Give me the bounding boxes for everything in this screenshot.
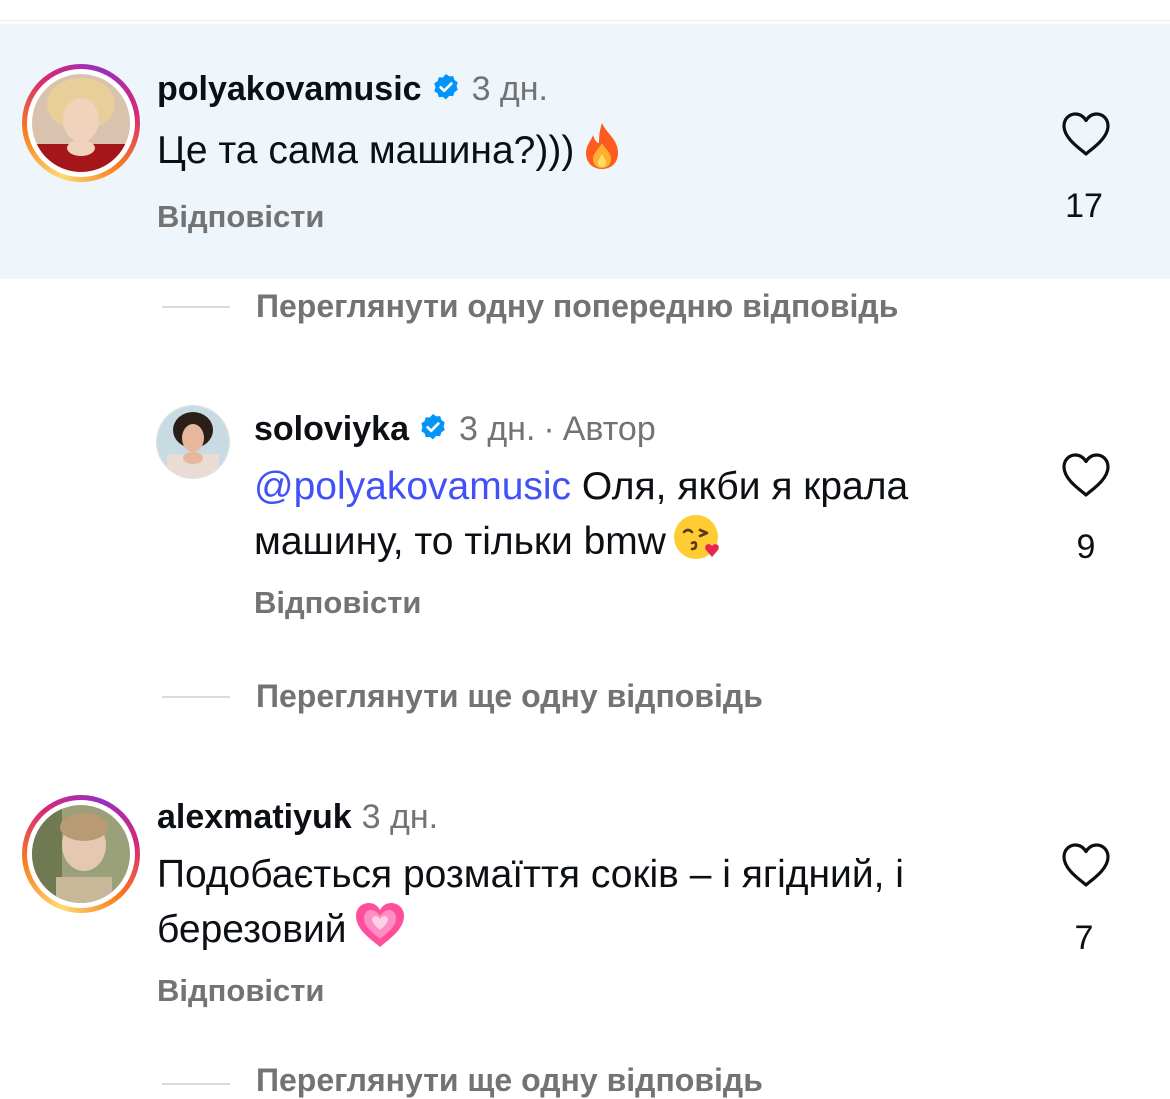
view-replies-link[interactable]: Переглянути ще одну відповідь [256, 1062, 763, 1099]
heart-icon[interactable] [1061, 452, 1111, 498]
fire-emoji-icon [580, 121, 624, 184]
comment-text-line2: березовий [157, 908, 347, 951]
thread-line [162, 1083, 230, 1085]
like-button[interactable] [1056, 452, 1116, 498]
comment-text-line1: Оля, якби я крала [571, 465, 909, 508]
like-count: 7 [1074, 919, 1094, 957]
comment-soloviyka: soloviyka 3 дн. · Автор @polyakovamusic Оля… [0, 395, 1170, 635]
thread-line [162, 696, 230, 698]
avatar [32, 74, 130, 172]
kissing-face-heart-emoji-icon [672, 512, 722, 575]
avatar [32, 805, 130, 903]
like-count: 9 [1076, 528, 1096, 566]
pink-heart-emoji-icon [353, 900, 407, 963]
author-label: Автор [562, 410, 656, 448]
comment-text-line2: машину, то тільки bmw [254, 520, 666, 563]
top-divider [0, 20, 1170, 21]
verified-badge-icon [417, 412, 449, 453]
timestamp: 3 дн. [361, 798, 439, 836]
like-button[interactable] [1056, 842, 1116, 888]
timestamp: 3 дн. [458, 410, 536, 448]
comment-text-line1: Подобається розмаїття соків – і ягідний,… [157, 853, 904, 896]
reply-button[interactable]: Відповісти [157, 199, 325, 235]
username[interactable]: soloviyka [254, 410, 409, 448]
avatar-story-ring[interactable] [22, 795, 140, 913]
username[interactable]: alexmatiyuk [157, 798, 352, 836]
username[interactable]: polyakovamusic [157, 70, 422, 108]
view-replies-link[interactable]: Переглянути ще одну відповідь [256, 678, 763, 715]
comment-text: Це та сама машина?))) [157, 129, 575, 172]
like-count: 17 [1065, 187, 1103, 225]
reply-button[interactable]: Відповісти [254, 585, 422, 621]
view-replies-link[interactable]: Переглянути одну попередню відповідь [256, 288, 898, 325]
heart-icon[interactable] [1061, 842, 1111, 888]
comment-alexmatiyuk: alexmatiyuk 3 дн. Подобається розмаїття с… [0, 780, 1170, 1040]
reply-button[interactable]: Відповісти [157, 973, 325, 1009]
mention-link[interactable]: @polyakovamusic [254, 465, 571, 508]
verified-badge-icon [430, 72, 462, 113]
timestamp: 3 дн. [471, 70, 548, 108]
avatar-story-ring[interactable] [22, 64, 140, 182]
thread-line [162, 306, 230, 308]
comment-polyakovamusic: polyakovamusic 3 дн. Це та сама машина?))… [0, 24, 1170, 279]
avatar[interactable] [156, 405, 230, 479]
like-button[interactable] [1056, 111, 1116, 157]
heart-icon[interactable] [1061, 111, 1111, 157]
